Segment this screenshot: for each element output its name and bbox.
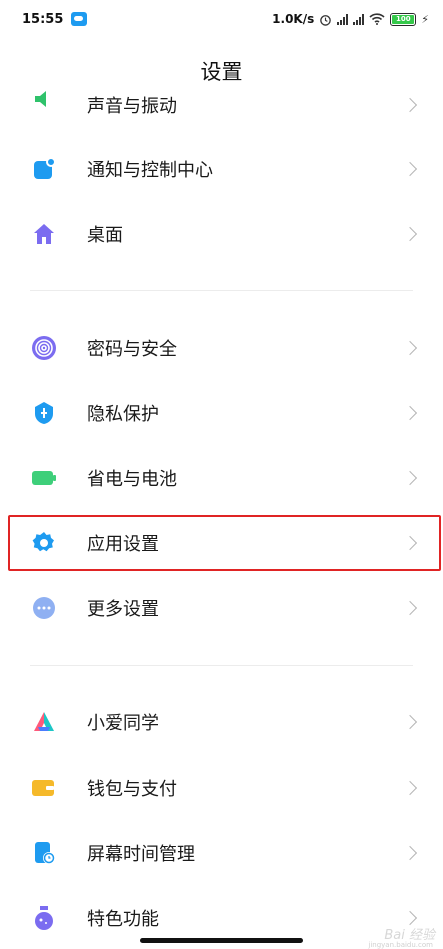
chevron-right-icon	[402, 780, 418, 796]
chevron-right-icon	[402, 910, 418, 926]
section-divider	[30, 290, 413, 291]
battery-icon	[31, 465, 57, 491]
section-divider	[30, 665, 413, 666]
privacy-shield-icon	[31, 400, 57, 426]
more-dots-icon	[31, 595, 57, 621]
highlight-box	[8, 515, 441, 571]
settings-item-password-security[interactable]: 密码与安全	[0, 316, 443, 380]
chevron-right-icon	[402, 97, 418, 113]
status-left: 15:55	[22, 11, 88, 27]
chevron-right-icon	[402, 714, 418, 730]
screen-time-icon	[31, 840, 57, 866]
notification-icon	[31, 156, 57, 182]
wallet-icon	[31, 775, 57, 801]
settings-item-xiaoai[interactable]: 小爱同学	[0, 690, 443, 754]
settings-item-battery[interactable]: 省电与电池	[0, 446, 443, 510]
chevron-right-icon	[402, 161, 418, 177]
chevron-right-icon	[402, 226, 418, 242]
cloud-icon	[71, 12, 88, 26]
settings-item-sound[interactable]: 声音与振动	[0, 80, 443, 130]
alarm-icon	[320, 14, 332, 26]
flask-icon	[31, 905, 57, 931]
settings-item-label: 更多设置	[87, 599, 159, 620]
chevron-right-icon	[402, 340, 418, 356]
home-icon	[31, 221, 57, 247]
charging-icon: ⚡	[421, 12, 429, 26]
settings-item-privacy[interactable]: 隐私保护	[0, 381, 443, 445]
chevron-right-icon	[402, 845, 418, 861]
battery-level: 100	[392, 14, 415, 24]
network-speed: 1.0K/s	[272, 12, 315, 26]
status-right: 1.0K/s 100 ⚡	[272, 12, 429, 26]
settings-item-label: 屏幕时间管理	[87, 844, 195, 865]
home-indicator[interactable]	[140, 938, 303, 943]
settings-item-label: 桌面	[87, 225, 123, 246]
settings-item-label: 特色功能	[87, 909, 159, 930]
wifi-icon	[369, 13, 385, 25]
settings-item-desktop[interactable]: 桌面	[0, 202, 443, 266]
chevron-right-icon	[402, 405, 418, 421]
battery-status-icon: 100	[390, 12, 417, 26]
chevron-right-icon	[402, 470, 418, 486]
settings-item-label: 钱包与支付	[87, 779, 177, 800]
xiaoai-icon	[31, 709, 57, 735]
status-time: 15:55	[22, 11, 64, 27]
signal-2-icon	[353, 13, 365, 25]
watermark-url: jingyan.baidu.com	[368, 941, 433, 949]
chevron-right-icon	[402, 600, 418, 616]
settings-item-label: 通知与控制中心	[87, 160, 213, 181]
settings-item-label: 密码与安全	[87, 339, 177, 360]
signal-1-icon	[337, 13, 349, 25]
fingerprint-icon	[31, 335, 57, 361]
settings-item-label: 省电与电池	[87, 469, 177, 490]
settings-item-screen-time[interactable]: 屏幕时间管理	[0, 821, 443, 885]
settings-item-wallet[interactable]: 钱包与支付	[0, 756, 443, 820]
settings-item-label: 声音与振动	[87, 96, 177, 117]
settings-item-label: 隐私保护	[87, 404, 159, 425]
settings-item-notification[interactable]: 通知与控制中心	[0, 137, 443, 201]
status-bar: 15:55 1.0K/s 100 ⚡	[0, 0, 443, 38]
settings-item-more-settings[interactable]: 更多设置	[0, 576, 443, 640]
speaker-icon	[31, 86, 57, 112]
settings-item-label: 小爱同学	[87, 713, 159, 734]
